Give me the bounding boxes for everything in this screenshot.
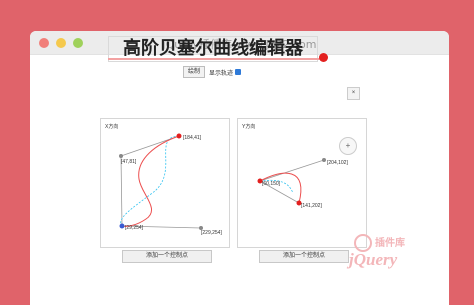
y-bezier-curve bbox=[259, 172, 302, 204]
x-control-point[interactable] bbox=[119, 223, 125, 229]
x-track-line bbox=[120, 135, 180, 227]
title-underline-curve bbox=[108, 58, 323, 60]
x-point-label: [29,254] bbox=[125, 225, 144, 231]
watermark-text: 插件库 bbox=[375, 236, 405, 249]
title-progress-point bbox=[319, 53, 328, 62]
y-point-label: [60,150] bbox=[262, 181, 281, 187]
draw-button[interactable]: 绘制 bbox=[183, 66, 206, 78]
jquery-logo-watermark: 插件库 jQuery bbox=[346, 234, 405, 269]
x-control-polygon bbox=[120, 135, 202, 229]
show-track-checkbox[interactable] bbox=[235, 69, 242, 75]
x-panel-canvas[interactable]: [184,41] [47,81] [29,254] [229,254] bbox=[101, 119, 229, 247]
x-point-label: [229,254] bbox=[201, 230, 222, 236]
x-add-control-point-button[interactable]: 添加一个控制点 bbox=[122, 250, 212, 263]
y-point-label: [204,102] bbox=[327, 160, 348, 166]
x-direction-panel[interactable]: X方向 [184,41] [47,81] [29,254] [229,254] bbox=[100, 118, 230, 248]
y-control-point[interactable] bbox=[322, 158, 326, 162]
y-add-control-point-button[interactable]: 添加一个控制点 bbox=[259, 250, 349, 263]
x-bezier-curve bbox=[121, 135, 180, 227]
show-track-label: 显示轨迹 bbox=[209, 70, 234, 77]
close-icon[interactable]: × bbox=[347, 87, 360, 100]
plus-icon[interactable]: + bbox=[339, 137, 357, 155]
control-bar: 绘制 显示轨迹 bbox=[183, 66, 242, 78]
y-point-label: [141,202] bbox=[301, 203, 322, 209]
watermark-logo-text: jQuery bbox=[346, 250, 398, 269]
x-control-point[interactable] bbox=[119, 154, 123, 158]
x-control-point[interactable] bbox=[176, 133, 182, 139]
x-point-label: [47,81] bbox=[121, 159, 137, 165]
x-point-label: [184,41] bbox=[183, 135, 202, 141]
